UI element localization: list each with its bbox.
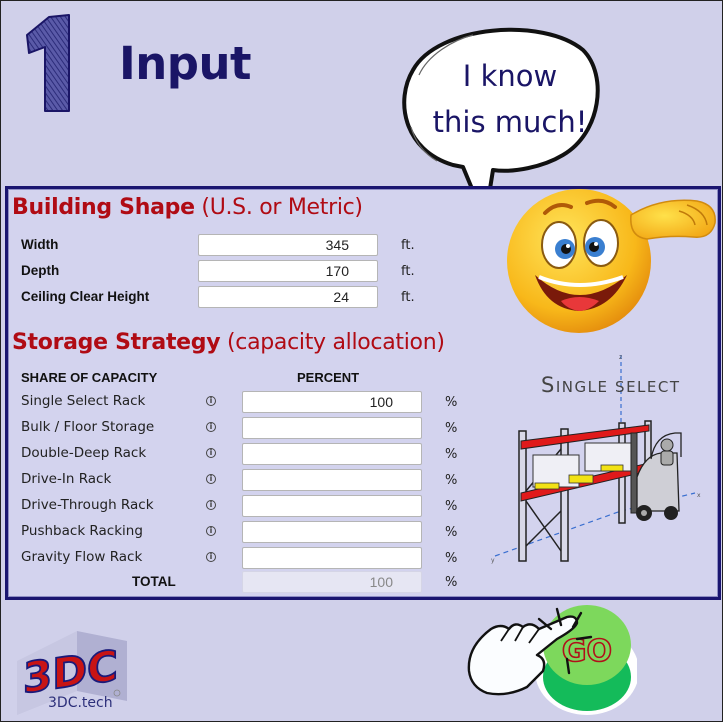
gravity-flow-rack-label: Gravity Flow Rack [21, 549, 143, 565]
single-select-label: SINGLE SELECT [541, 373, 681, 397]
info-icon[interactable]: i [206, 396, 216, 406]
building-shape-title-strong: Building Shape [12, 195, 195, 220]
axis-y-label: y [491, 557, 495, 564]
ceiling-height-unit: ft. [401, 290, 415, 305]
single-select-rack-unit: % [445, 395, 458, 410]
single-select-rack-percent-input[interactable] [242, 391, 422, 413]
page-title: Input [119, 37, 252, 90]
info-icon[interactable]: i [206, 500, 216, 510]
go-button[interactable]: GO [457, 599, 637, 717]
info-icon[interactable]: i [206, 422, 216, 432]
pushback-racking-unit: % [445, 525, 458, 540]
double-deep-rack-percent-input[interactable] [242, 443, 422, 465]
info-icon[interactable]: i [206, 552, 216, 562]
speech-line-1: I know [462, 59, 558, 93]
single-select-word2: SELECT [615, 378, 681, 396]
pushback-racking-label: Pushback Racking [21, 523, 143, 539]
thinking-smiley-icon [507, 189, 716, 333]
depth-label: Depth [21, 263, 60, 278]
double-deep-rack-label: Double-Deep Rack [21, 445, 147, 461]
bulk-floor-storage-unit: % [445, 421, 458, 436]
drive-in-rack-percent-input[interactable] [242, 469, 422, 491]
building-shape-title-note: (U.S. or Metric) [201, 195, 363, 220]
width-unit: ft. [401, 238, 415, 253]
info-icon[interactable]: i [206, 448, 216, 458]
share-of-capacity-header: SHARE OF CAPACITY [21, 370, 158, 385]
speech-line-2: this much! [432, 105, 588, 139]
double-deep-rack-unit: % [445, 447, 458, 462]
drive-in-rack-unit: % [445, 473, 458, 488]
single-select-rack-label: Single Select Rack [21, 393, 146, 409]
storage-strategy-title-note: (capacity allocation) [227, 330, 445, 355]
axis-x-label: x [697, 492, 701, 499]
gravity-flow-rack-percent-input[interactable] [242, 547, 422, 569]
building-shape-title: Building Shape (U.S. or Metric) [12, 195, 363, 220]
pushback-racking-percent-input[interactable] [242, 521, 422, 543]
ceiling-height-label: Ceiling Clear Height [21, 289, 150, 304]
logo-text: 3DC.tech [48, 695, 113, 711]
go-label: GO [562, 634, 612, 669]
total-percent-field [242, 571, 422, 593]
single-select-cap: S [541, 373, 556, 397]
storage-strategy-title: Storage Strategy (capacity allocation) [12, 330, 445, 355]
bulk-floor-storage-label: Bulk / Floor Storage [21, 419, 155, 435]
percent-header: PERCENT [297, 370, 360, 385]
gravity-flow-rack-unit: % [445, 551, 458, 566]
info-icon[interactable]: i [206, 526, 216, 536]
single-select-word1: INGLE [555, 378, 609, 396]
storage-strategy-title-strong: Storage Strategy [12, 330, 221, 355]
total-unit: % [445, 575, 458, 590]
width-label: Width [21, 237, 59, 252]
depth-input[interactable] [198, 260, 378, 282]
info-icon[interactable]: i [206, 474, 216, 484]
drive-through-rack-percent-input[interactable] [242, 495, 422, 517]
speech-bubble-text: I know this much! [419, 53, 601, 145]
bulk-floor-storage-percent-input[interactable] [242, 417, 422, 439]
width-input[interactable] [198, 234, 378, 256]
drive-in-rack-label: Drive-In Rack [21, 471, 112, 487]
step-number-one-icon [26, 14, 70, 112]
depth-unit: ft. [401, 264, 415, 279]
drive-through-rack-label: Drive-Through Rack [21, 497, 154, 513]
axis-z-label: z [619, 354, 622, 361]
ceiling-height-input[interactable] [198, 286, 378, 308]
total-label: TOTAL [132, 574, 176, 589]
drive-through-rack-unit: % [445, 499, 458, 514]
